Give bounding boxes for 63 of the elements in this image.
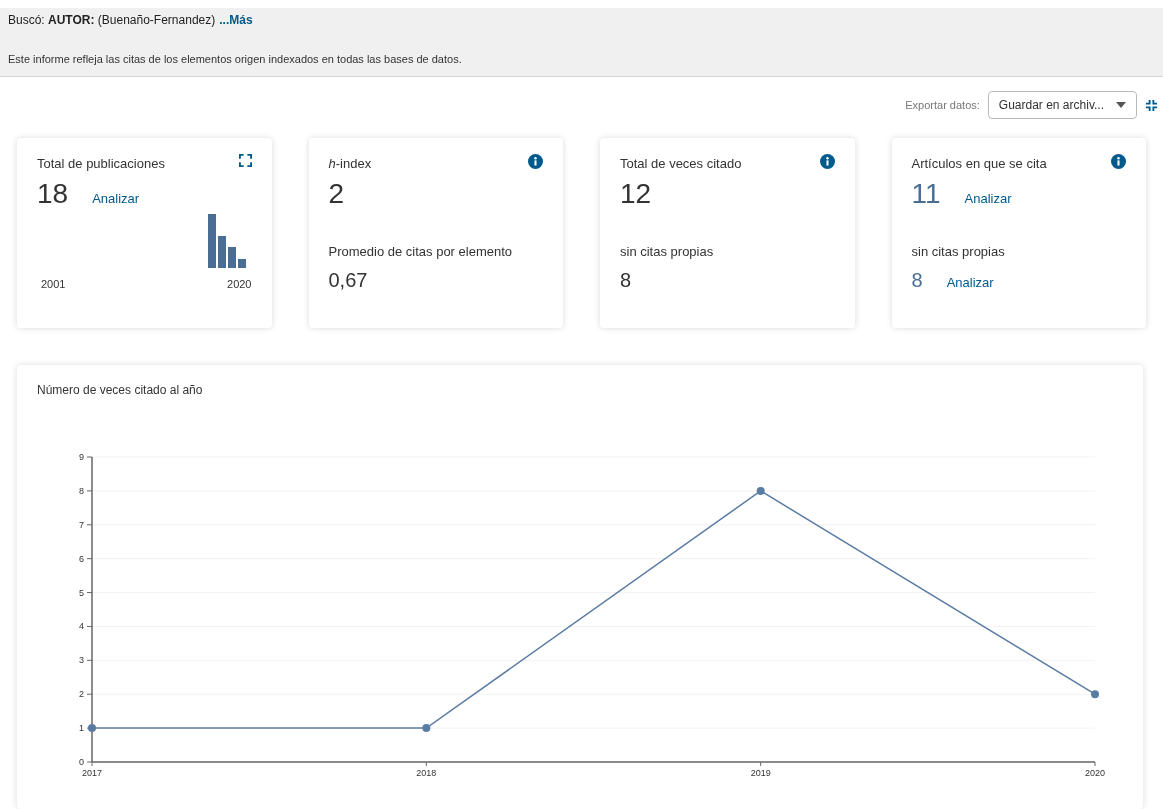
sub-label: sin citas propias	[911, 242, 1006, 261]
card-value: 11	[911, 177, 941, 210]
analyze-link[interactable]: Analizar	[946, 273, 994, 293]
chart-title: Número de veces citado al año	[36, 382, 204, 399]
export-dropdown[interactable]: Guardar en archiv...	[987, 91, 1137, 119]
y-tick: 3	[79, 655, 93, 666]
info-icon[interactable]	[1111, 154, 1126, 169]
x-tick: 2019	[750, 761, 771, 778]
x-tick-label: 2019	[750, 768, 771, 778]
y-tick-label: 3	[78, 655, 84, 666]
y-tick: 7	[79, 519, 93, 530]
x-tick: 2018	[416, 761, 437, 778]
y-tick-label: 6	[78, 553, 84, 564]
x-tick-label: 2018	[416, 768, 437, 778]
search-query: Buscó: AUTOR: (Buenaño-Fernandez)	[8, 12, 216, 29]
y-tick: 6	[79, 553, 93, 564]
data-point	[88, 724, 96, 733]
y-tick-label: 8	[78, 485, 84, 496]
card-title: Artículos en que se cita	[911, 155, 1047, 173]
y-tick: 8	[79, 485, 93, 496]
card-title: Total de veces citado	[620, 155, 742, 173]
y-tick-label: 9	[78, 452, 84, 462]
range-start-label: 2001	[40, 276, 66, 292]
y-tick-label: 5	[78, 587, 84, 598]
sub-label: sin citas propias	[620, 242, 715, 261]
y-tick: 1	[79, 723, 93, 734]
sub-label: Promedio de citas por elemento	[328, 242, 514, 261]
y-tick: 2	[79, 689, 93, 700]
y-tick: 9	[79, 452, 93, 462]
data-point	[1091, 690, 1099, 699]
expand-icon[interactable]	[238, 154, 252, 167]
data-point	[422, 724, 431, 733]
y-tick: 5	[79, 587, 93, 598]
export-label: Exportar datos:	[905, 97, 980, 113]
x-tick-label: 2020	[1084, 768, 1106, 778]
card-value: 12	[620, 177, 652, 210]
info-icon[interactable]	[819, 154, 835, 169]
report-description: Este informe refleja las citas de los elementos origen indexados en todas las bases de datos.	[8, 52, 463, 67]
data-point	[756, 486, 765, 495]
y-tick: 0	[79, 757, 93, 767]
x-tick: 2020	[1085, 761, 1105, 778]
analyze-link[interactable]: Analizar	[964, 188, 1012, 208]
sub-value: 8	[911, 268, 923, 293]
analyze-link[interactable]: Analizar	[92, 188, 140, 208]
mini-bar-chart	[207, 213, 248, 268]
card-title: h-index	[328, 155, 372, 173]
y-tick-label: 0	[78, 757, 84, 767]
sub-value: 0,67	[328, 268, 368, 293]
info-icon[interactable]	[528, 154, 543, 169]
card-title: Total de publicaciones	[37, 155, 165, 173]
y-tick-label: 4	[78, 621, 84, 632]
sub-value: 8	[620, 268, 632, 293]
collapse-icon[interactable]	[1145, 98, 1158, 112]
range-end-label: 2020	[227, 276, 252, 292]
y-tick-label: 7	[78, 519, 84, 530]
card-value: 18	[37, 177, 69, 210]
caret-icon	[1116, 102, 1126, 108]
y-tick-label: 1	[78, 723, 84, 734]
x-tick-label: 2017	[81, 768, 103, 778]
card-value: 2	[328, 177, 345, 210]
y-tick: 4	[79, 621, 93, 632]
y-tick-label: 2	[78, 689, 84, 700]
more-link[interactable]: ...Más	[219, 11, 253, 29]
